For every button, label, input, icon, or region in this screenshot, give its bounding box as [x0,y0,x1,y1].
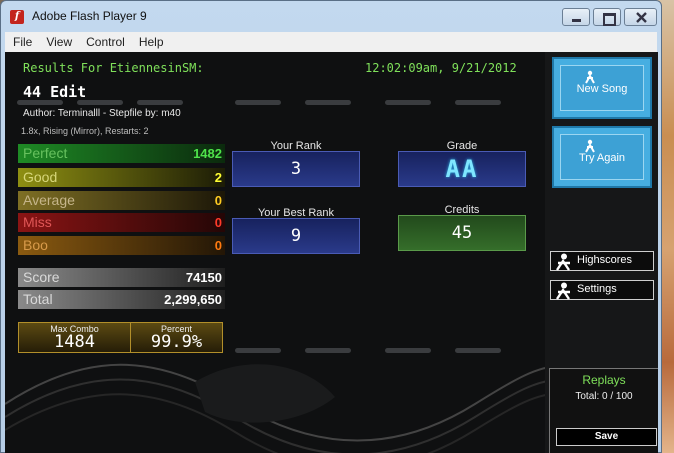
judgement-value: 2 [214,170,222,185]
divider [137,100,183,105]
best-rank-value: 9 [232,218,360,254]
judgement-value: 0 [214,193,222,208]
menu-bar: File View Control Help [5,32,657,52]
author-line: Author: Terminalll - Stepfile by: m40 [23,108,181,119]
menu-control[interactable]: Control [86,35,125,49]
highscores-label: Highscores [577,254,633,266]
divider [455,348,501,353]
maximize-button[interactable] [593,8,621,26]
score-value: 74150 [185,270,222,285]
score-row: Score 74150 [18,268,225,287]
replays-title: Replays [582,373,626,387]
results-heading: Results For EtiennesinSM: [23,61,204,75]
try-again-button[interactable]: Try Again [552,126,652,188]
score-label: Score [23,269,60,285]
menu-view[interactable]: View [46,35,72,49]
title-bar[interactable]: f Adobe Flash Player 9 [1,1,661,32]
judgement-label: Perfect [23,145,68,161]
close-icon [636,12,647,23]
rank-value: 3 [232,151,360,187]
total-value: 2,299,650 [164,292,222,307]
new-song-button[interactable]: New Song [552,57,652,119]
combo-panel: Max Combo 1484 Percent 99.9% [18,322,223,353]
judgement-average: Average 0 [18,191,225,210]
window-title: Adobe Flash Player 9 [32,9,147,23]
results-timestamp: 12:02:09am, 9/21/2012 [365,61,517,75]
divider [305,100,351,105]
grade-value: AA [398,151,526,187]
close-button[interactable] [624,8,657,26]
flash-icon: f [10,10,24,24]
max-combo-value: 1484 [54,332,95,352]
judgement-value: 0 [214,238,222,253]
judgement-value: 0 [214,215,222,230]
max-combo-cell: Max Combo 1484 [19,323,131,352]
menu-file[interactable]: File [13,35,32,49]
judgement-label: Average [23,192,75,208]
divider [235,100,281,105]
settings-label: Settings [577,283,617,295]
highscores-button[interactable]: Highscores [550,251,654,271]
menu-help[interactable]: Help [139,35,164,49]
total-label: Total [23,291,53,307]
total-row: Total 2,299,650 [18,290,225,309]
dancer-icon [556,282,570,300]
flash-player-window: f Adobe Flash Player 9 File View Control… [0,0,662,453]
minimize-button[interactable] [562,8,590,26]
mods-line: 1.8x, Rising (Mirror), Restarts: 2 [21,126,149,136]
try-again-label: Try Again [578,152,626,164]
save-replay-button[interactable]: Save [556,428,657,446]
judgement-value: 1482 [193,146,222,161]
divider [235,348,281,353]
judgement-boo: Boo 0 [18,236,225,255]
divider [385,348,431,353]
credits-value: 45 [398,215,526,251]
judgement-miss: Miss 0 [18,213,225,232]
dancer-icon [585,70,595,84]
divider [455,100,501,105]
judgement-label: Miss [23,214,52,230]
replays-total: Total: 0 / 100 [575,391,633,402]
percent-cell: Percent 99.9% [131,323,222,352]
song-title: 44 Edit [23,83,87,101]
settings-button[interactable]: Settings [550,280,654,300]
new-song-label: New Song [576,83,628,95]
judgement-label: Boo [23,237,48,253]
divider [385,100,431,105]
percent-value: 99.9% [150,332,203,352]
replays-panel: Replays Total: 0 / 100 Save [549,368,658,453]
flash-stage: Results For EtiennesinSM: 12:02:09am, 9/… [5,52,658,453]
judgement-label: Good [23,169,58,185]
dancer-icon [585,139,595,153]
dancer-icon [556,253,570,271]
try-again-button-face: Try Again [560,134,644,180]
divider [305,348,351,353]
judgement-good: Good 2 [18,168,225,187]
new-song-button-face: New Song [560,65,644,111]
judgement-perfect: Perfect 1482 [18,144,225,163]
